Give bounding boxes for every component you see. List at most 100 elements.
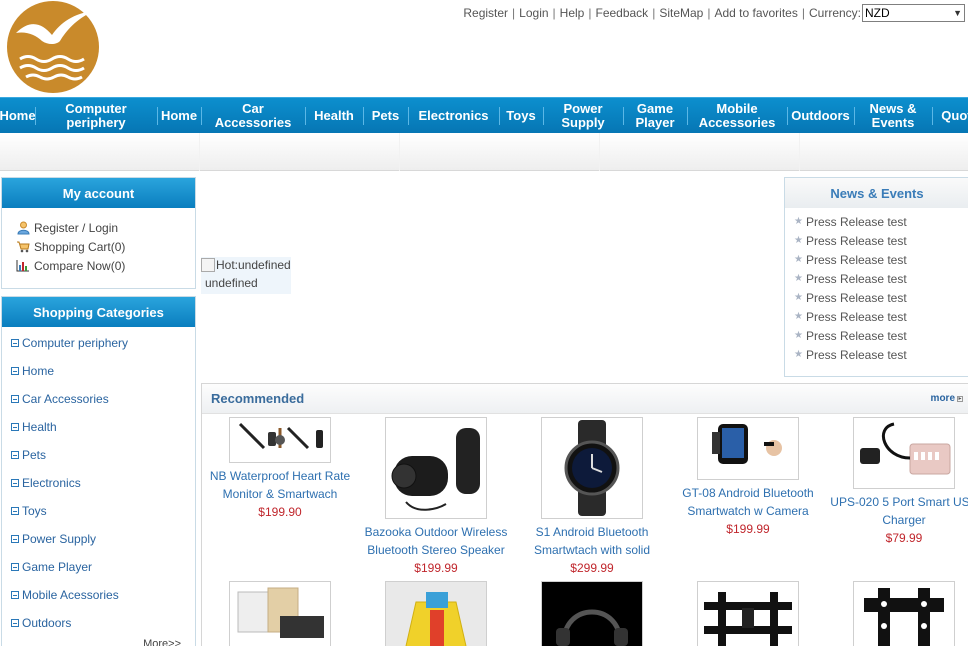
nav-label: Power Supply xyxy=(561,100,605,130)
account-shopping-cart[interactable]: Shopping Cart(0) xyxy=(16,237,195,256)
expand-icon xyxy=(11,395,19,403)
product-card[interactable]: S1 Android Bluetooth Smartwtach with sol… xyxy=(514,417,670,575)
star-icon: ★ xyxy=(794,330,803,341)
product-card[interactable]: Bazooka Outdoor Wireless Bluetooth Stere… xyxy=(358,417,514,575)
broken-image: Hot:undefined xyxy=(201,257,291,273)
register-link[interactable]: Register xyxy=(463,6,508,20)
nav-item-computer-periphery[interactable]: Computer periphery xyxy=(35,98,157,133)
tv-mount-icon[interactable] xyxy=(697,581,799,646)
news-item[interactable]: ★ Press Release test xyxy=(794,269,968,288)
nav-item-news-events[interactable]: News & Events xyxy=(854,98,932,133)
nav-item-outdoors[interactable]: Outdoors xyxy=(787,98,854,133)
account-register-login[interactable]: Register / Login xyxy=(16,218,195,237)
product-price: $199.99 xyxy=(414,561,458,575)
account-compare-now[interactable]: Compare Now(0) xyxy=(16,256,195,275)
product-price: $79.99 xyxy=(885,531,923,545)
smartwatch-icon[interactable] xyxy=(697,417,799,480)
news-item[interactable]: ★ Press Release test xyxy=(794,307,968,326)
news-item[interactable]: ★ Press Release test xyxy=(794,250,968,269)
product-card[interactable] xyxy=(670,581,826,646)
hot-banner[interactable]: Hot:undefined undefined xyxy=(201,257,291,294)
category-item[interactable]: Car Accessories xyxy=(2,385,195,413)
nav-item-mobile-accessories[interactable]: Mobile Accessories xyxy=(687,98,787,133)
category-item[interactable]: Home xyxy=(2,357,195,385)
category-label: Mobile Acessories xyxy=(22,588,119,602)
product-name[interactable]: GT-08 Android Bluetooth Smartwatch w Cam… xyxy=(670,484,826,520)
category-item[interactable]: Health xyxy=(2,413,195,441)
news-item[interactable]: ★ Press Release test xyxy=(794,212,968,231)
category-item[interactable]: Power Supply xyxy=(2,525,195,553)
more-label: more xyxy=(930,393,955,404)
speaker-icon[interactable] xyxy=(385,417,487,519)
hot-caption: undefined xyxy=(205,276,258,290)
smartwatch-bands-icon[interactable] xyxy=(229,417,331,463)
news-item[interactable]: ★ Press Release test xyxy=(794,231,968,250)
news-item[interactable]: ★ Press Release test xyxy=(794,288,968,307)
nav-item-quotation[interactable]: Quotation xyxy=(932,98,968,133)
nav-item-pets[interactable]: Pets xyxy=(363,98,408,133)
category-item[interactable]: Electronics xyxy=(2,469,195,497)
category-item[interactable]: Pets xyxy=(2,441,195,469)
charger-icon[interactable] xyxy=(853,417,955,489)
help-link[interactable]: Help xyxy=(560,6,585,20)
headphones-icon[interactable] xyxy=(541,581,643,646)
watch-icon[interactable] xyxy=(541,417,643,519)
category-item[interactable]: Mobile Acessories xyxy=(2,581,195,609)
sitemap-link[interactable]: SiteMap xyxy=(659,6,703,20)
nav-item-power-supply[interactable]: Power Supply xyxy=(543,98,623,133)
product-card[interactable]: UPS-020 5 Port Smart USB Charger $79.99 xyxy=(826,417,968,545)
nav-label: Mobile Accessories xyxy=(698,100,776,130)
product-card[interactable] xyxy=(358,581,514,646)
nav-item-toys[interactable]: Toys xyxy=(499,98,543,133)
category-label: Power Supply xyxy=(22,532,97,546)
chevron-down-icon: ▼ xyxy=(953,8,962,18)
nav-item-game-player[interactable]: Game Player xyxy=(623,98,687,133)
currency-select[interactable]: NZD ▼ xyxy=(862,4,965,22)
category-item[interactable]: Toys xyxy=(2,497,195,525)
add-to-favorites-link[interactable]: Add to favorites xyxy=(714,6,797,20)
product-name[interactable]: UPS-020 5 Port Smart USB Charger xyxy=(826,493,968,529)
nav-item-health[interactable]: Health xyxy=(305,98,363,133)
tv-mount-icon[interactable] xyxy=(853,581,955,646)
nav-label: Game Player xyxy=(635,100,675,130)
nav-label: News & Events xyxy=(869,100,917,130)
star-icon: ★ xyxy=(794,216,803,227)
categories-more-link[interactable]: More>> xyxy=(143,638,181,646)
subnav-bar xyxy=(0,133,968,171)
expand-icon xyxy=(11,507,19,515)
news-item[interactable]: ★ Press Release test xyxy=(794,345,968,364)
category-label: Game Player xyxy=(22,560,93,574)
expand-icon xyxy=(11,423,19,431)
product-name[interactable]: Bazooka Outdoor Wireless Bluetooth Stere… xyxy=(358,523,514,559)
product-name[interactable]: S1 Android Bluetooth Smartwtach with sol… xyxy=(514,523,670,559)
news-item[interactable]: ★ Press Release test xyxy=(794,326,968,345)
seagull-logo[interactable] xyxy=(2,1,104,93)
nav-item-car-accessories[interactable]: Car Accessories xyxy=(201,98,305,133)
recommended-more-link[interactable]: more ▸ xyxy=(931,393,963,404)
subnav-cell xyxy=(0,133,200,171)
cart-icon xyxy=(16,240,30,254)
news-events-box: News & Events ★ Press Release test ★ Press… xyxy=(784,177,968,377)
feedback-link[interactable]: Feedback xyxy=(595,6,648,20)
usb-hub-icon[interactable] xyxy=(229,581,331,646)
account-item-label: Compare Now(0) xyxy=(34,258,126,273)
product-card[interactable] xyxy=(202,581,358,646)
toy-icon[interactable] xyxy=(385,581,487,646)
product-card[interactable] xyxy=(514,581,670,646)
nav-item-home[interactable]: Home xyxy=(0,98,36,133)
category-item[interactable]: Game Player xyxy=(2,553,195,581)
product-card[interactable]: NB Waterproof Heart Rate Monitor & Smart… xyxy=(202,417,358,519)
shopping-categories-box: Shopping Categories Computer periphery H… xyxy=(1,296,196,646)
category-item[interactable]: Outdoors xyxy=(2,609,195,637)
category-item[interactable]: Computer periphery xyxy=(2,329,195,357)
category-label: Home xyxy=(22,364,55,378)
subnav-cell xyxy=(200,133,400,171)
nav-item-home-2[interactable]: Home xyxy=(157,98,201,133)
nav-label: Computer periphery xyxy=(65,100,127,130)
product-card[interactable] xyxy=(826,581,968,646)
nav-item-electronics[interactable]: Electronics xyxy=(408,98,499,133)
login-link[interactable]: Login xyxy=(519,6,548,20)
product-name[interactable]: NB Waterproof Heart Rate Monitor & Smart… xyxy=(202,467,358,503)
product-card[interactable]: GT-08 Android Bluetooth Smartwatch w Cam… xyxy=(670,417,826,536)
product-price: $299.99 xyxy=(570,561,614,575)
